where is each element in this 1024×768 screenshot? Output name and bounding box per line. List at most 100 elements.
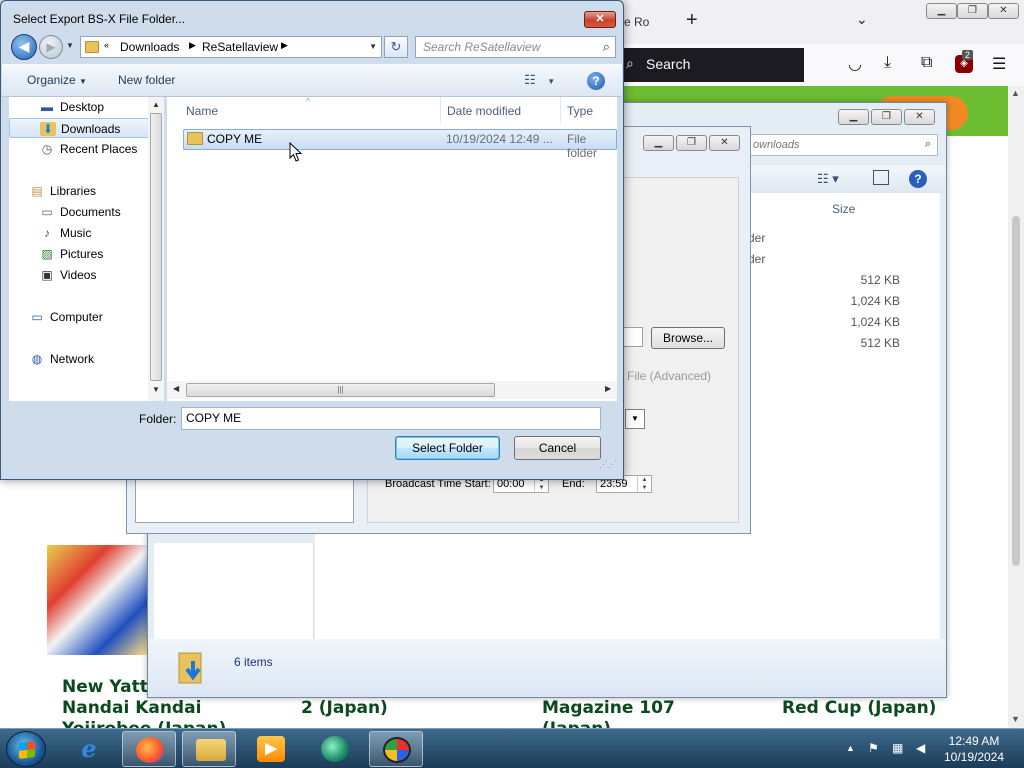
- network-status-icon[interactable]: ▦: [892, 741, 903, 755]
- scroll-thumb[interactable]: |||: [186, 383, 495, 397]
- preview-pane-icon[interactable]: [873, 170, 889, 185]
- taskbar-windows-explorer[interactable]: [182, 731, 236, 767]
- close-button[interactable]: ✕: [709, 135, 740, 151]
- organize-button[interactable]: Organize ▼: [27, 73, 87, 87]
- chevron-down-icon[interactable]: ▼: [369, 42, 377, 51]
- scroll-down-icon[interactable]: ▼: [1011, 714, 1020, 724]
- sidebar-item-computer[interactable]: ▭ Computer: [9, 307, 149, 327]
- back-button[interactable]: ◀: [11, 34, 37, 60]
- pocket-icon[interactable]: ◡: [848, 54, 862, 74]
- downloads-icon[interactable]: ⤓: [884, 54, 891, 72]
- scroll-right-icon[interactable]: ▶: [605, 384, 611, 393]
- page-scrollbar[interactable]: ▲ ▼: [1008, 86, 1024, 728]
- desktop-icon: ▬: [41, 100, 53, 114]
- maximize-button[interactable]: ❐: [676, 135, 707, 151]
- help-icon[interactable]: ?: [909, 170, 927, 188]
- taskbar-media-player[interactable]: ▶: [244, 731, 298, 767]
- scroll-left-icon[interactable]: ◀: [173, 384, 179, 393]
- scroll-thumb[interactable]: [1012, 216, 1020, 566]
- folder-field[interactable]: COPY ME: [181, 407, 601, 430]
- close-button[interactable]: ✕: [988, 3, 1019, 19]
- minimize-button[interactable]: ▁: [926, 3, 957, 19]
- sidebar-item-pictures[interactable]: ▨ Pictures: [9, 244, 149, 264]
- list-all-tabs-button[interactable]: ⌄: [856, 11, 868, 28]
- extensions-icon[interactable]: ⧉: [921, 54, 932, 72]
- scroll-down-icon[interactable]: ▼: [152, 385, 160, 394]
- scroll-up-icon[interactable]: ▲: [152, 100, 160, 109]
- path-input[interactable]: [623, 327, 643, 347]
- browse-button[interactable]: Browse...: [651, 327, 725, 349]
- column-divider[interactable]: [560, 97, 561, 123]
- sidebar-item-documents[interactable]: ▭ Documents: [9, 202, 149, 222]
- sidebar-item-downloads[interactable]: ⬇ Downloads: [9, 118, 149, 138]
- sidebar-item-videos[interactable]: ▣ Videos: [9, 265, 149, 285]
- new-folder-button[interactable]: New folder: [118, 73, 175, 87]
- column-header-type[interactable]: Type: [567, 104, 593, 118]
- views-icon[interactable]: ☷ ▾: [817, 171, 839, 187]
- sidebar-item-network[interactable]: ◍ Network: [9, 349, 149, 369]
- menu-icon[interactable]: ☰: [992, 54, 1006, 74]
- sidebar-item-recent-places[interactable]: ◷ Recent Places: [9, 139, 149, 159]
- maximize-button[interactable]: ❐: [871, 109, 902, 125]
- column-header-name[interactable]: Name: [186, 104, 218, 118]
- refresh-button[interactable]: ↻: [384, 36, 408, 58]
- breadcrumb-arrow-icon[interactable]: ▶: [281, 40, 288, 51]
- show-hidden-icons-icon[interactable]: ▲: [846, 743, 855, 753]
- column-divider[interactable]: [440, 97, 441, 123]
- card-title-4[interactable]: Red Cup (Japan): [782, 698, 936, 719]
- folder-icon: [187, 132, 203, 145]
- search-input[interactable]: ⌕ Search: [620, 48, 804, 82]
- column-header-size[interactable]: Size: [832, 202, 855, 216]
- volume-icon[interactable]: ◀: [916, 741, 925, 755]
- search-input[interactable]: Search ReSatellaview ⌕: [415, 36, 616, 58]
- sidebar-item-label: Music: [60, 226, 92, 240]
- recent-pages-dropdown[interactable]: ▼: [66, 41, 74, 50]
- downloads-icon: ⬇: [40, 122, 56, 136]
- bsx-app-icon: [383, 737, 411, 763]
- pictures-icon: ▨: [41, 247, 53, 261]
- taskbar-resatellaview-app[interactable]: [308, 731, 362, 767]
- help-icon[interactable]: ?: [587, 72, 605, 90]
- breadcrumb-downloads[interactable]: Downloads: [120, 40, 179, 54]
- address-bar[interactable]: « Downloads ▶ ReSatellaview ▶ ▼: [80, 36, 382, 58]
- overflow-chevron-icon[interactable]: «: [104, 40, 109, 50]
- minimize-button[interactable]: ▁: [838, 109, 869, 125]
- close-button[interactable]: ✕: [904, 109, 935, 125]
- item-count: 6 items: [234, 655, 273, 669]
- system-clock[interactable]: 12:49 AM 10/19/2024: [936, 733, 1012, 765]
- resize-grip-icon[interactable]: ⋰⋰: [599, 459, 617, 470]
- spin-arrows-icon[interactable]: ▲ ▼: [637, 476, 651, 492]
- folder-label: Folder:: [139, 412, 177, 426]
- column-header-date-modified[interactable]: Date modified: [447, 104, 521, 118]
- close-button[interactable]: ✕: [584, 11, 616, 28]
- game-cover-image[interactable]: [47, 545, 147, 655]
- row-name[interactable]: COPY ME: [207, 132, 262, 146]
- taskbar-bsx-app[interactable]: [369, 731, 423, 767]
- breadcrumb-resatellaview[interactable]: ReSatellaview: [202, 40, 278, 54]
- horizontal-scrollbar[interactable]: ◀ ||| ▶: [167, 381, 617, 399]
- views-button[interactable]: ☷ ▼: [524, 72, 555, 88]
- scroll-up-icon[interactable]: ▲: [1011, 88, 1020, 98]
- sidebar-item-music[interactable]: ♪ Music: [9, 223, 149, 243]
- start-button[interactable]: [6, 731, 46, 767]
- tab-title[interactable]: e Ro: [624, 15, 649, 29]
- scroll-thumb[interactable]: [150, 113, 162, 381]
- action-center-icon[interactable]: ⚑: [868, 741, 879, 755]
- new-tab-button[interactable]: +: [686, 9, 698, 32]
- list-panel[interactable]: [135, 477, 354, 523]
- forward-button[interactable]: ▶: [39, 35, 63, 59]
- sidebar-item-libraries[interactable]: ▤ Libraries: [9, 181, 149, 201]
- chevron-down-icon[interactable]: ▼: [625, 409, 645, 429]
- maximize-button[interactable]: ❐: [957, 3, 988, 19]
- navigation-scrollbar[interactable]: ▲ ▼: [148, 97, 164, 401]
- taskbar-internet-explorer[interactable]: e: [62, 731, 116, 767]
- select-folder-button[interactable]: Select Folder: [395, 436, 500, 460]
- taskbar-firefox[interactable]: [122, 731, 176, 767]
- sidebar-item-desktop[interactable]: ▬ Desktop: [9, 97, 149, 117]
- card-title-2[interactable]: 2 (Japan): [301, 698, 388, 719]
- search-input[interactable]: ownloads ⌕: [748, 134, 938, 156]
- cancel-button[interactable]: Cancel: [514, 436, 601, 460]
- breadcrumb-arrow-icon[interactable]: ▶: [189, 40, 196, 51]
- row-type: File folder: [567, 132, 598, 160]
- minimize-button[interactable]: ▁: [643, 135, 674, 151]
